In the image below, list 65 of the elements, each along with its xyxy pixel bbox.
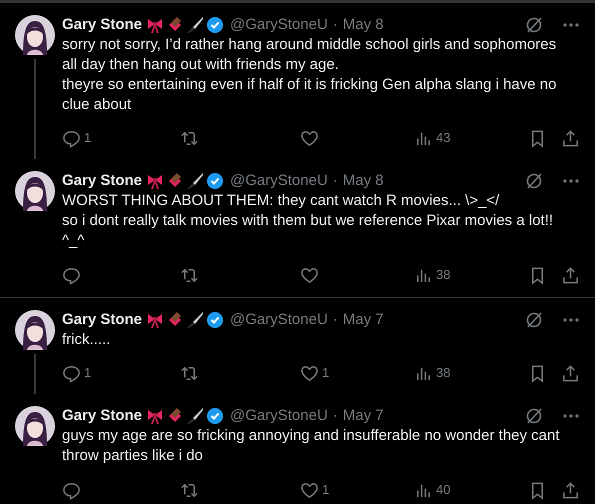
separator-dot: · — [332, 310, 338, 330]
avatar[interactable] — [15, 406, 55, 446]
share-icon[interactable] — [561, 128, 580, 148]
post-text: WORST THING ABOUT THEM: they cant watch R movies... \>_</ so i dont really talk movies with them but we reference Pixar movies a lot!! ^_^ — [62, 191, 554, 251]
view-count: 43 — [436, 129, 450, 148]
display-name[interactable]: Gary Stone — [62, 170, 142, 192]
post-text: frick..... — [62, 330, 112, 350]
verified-badge-icon — [206, 172, 224, 190]
bow-icon — [146, 172, 164, 190]
user-handle[interactable]: @GaryStoneU — [230, 404, 328, 428]
post-date[interactable]: May 8 — [342, 14, 384, 36]
slashed-circle-icon[interactable] — [524, 15, 544, 35]
view-count: 38 — [436, 266, 450, 284]
post-date[interactable]: May 8 — [342, 170, 384, 192]
post-date[interactable]: May 7 — [342, 308, 384, 332]
post-text: guys my age are so fricking annoying and insufferable no wonder they cant throw parties like i do — [62, 426, 561, 466]
retweet-icon[interactable] — [180, 480, 199, 500]
reply-icon[interactable] — [62, 128, 81, 148]
slashed-circle-icon[interactable] — [524, 310, 544, 330]
reply-count: 1 — [84, 364, 92, 382]
bow-icon — [146, 16, 164, 34]
bow-icon — [146, 311, 164, 329]
avatar[interactable] — [15, 15, 55, 55]
share-icon[interactable] — [561, 480, 580, 500]
reply-count: 1 — [84, 129, 92, 148]
like-count: 1 — [322, 364, 330, 382]
like-icon[interactable] — [300, 480, 319, 500]
knife-icon — [186, 16, 204, 34]
display-name[interactable]: Gary Stone — [62, 14, 142, 36]
separator-dot: · — [332, 406, 338, 426]
avatar[interactable] — [15, 171, 55, 211]
slashed-circle-icon[interactable] — [524, 171, 544, 191]
display-name[interactable]: Gary Stone — [62, 308, 142, 332]
knife-icon — [186, 172, 204, 190]
view-count: 38 — [436, 364, 450, 382]
retweet-icon[interactable] — [180, 128, 199, 148]
user-handle[interactable]: @GaryStoneU — [230, 14, 328, 36]
like-icon[interactable] — [300, 266, 319, 284]
user-handle[interactable]: @GaryStoneU — [230, 170, 328, 192]
verified-badge-icon — [206, 407, 224, 425]
like-icon[interactable] — [300, 364, 319, 382]
post-text: sorry not sorry, I’d rather hang around middle school girls and sophomores all day then hang out with friends my age. theyre so entertaining even if half of it is fricking Gen alpha slang i have no clue about — [62, 35, 558, 115]
retweet-icon[interactable] — [180, 266, 199, 284]
display-name[interactable]: Gary Stone — [62, 404, 142, 428]
avatar[interactable] — [15, 310, 55, 350]
post-date[interactable]: May 7 — [342, 404, 384, 428]
knife-icon — [186, 407, 204, 425]
reply-icon[interactable] — [62, 480, 81, 500]
like-count: 1 — [322, 481, 330, 500]
view-count: 40 — [436, 481, 450, 500]
reply-icon[interactable] — [62, 266, 81, 284]
knife-icon — [186, 311, 204, 329]
separator-dot: · — [332, 14, 338, 35]
bow-icon — [146, 407, 164, 425]
retweet-icon[interactable] — [180, 364, 199, 382]
share-icon[interactable] — [561, 364, 580, 382]
verified-badge-icon — [206, 16, 224, 34]
separator-dot: · — [332, 170, 338, 191]
user-handle[interactable]: @GaryStoneU — [230, 308, 328, 332]
verified-badge-icon — [206, 311, 224, 329]
reply-icon[interactable] — [62, 364, 81, 382]
share-icon[interactable] — [561, 266, 580, 284]
like-icon[interactable] — [300, 128, 319, 148]
slashed-circle-icon[interactable] — [524, 406, 544, 426]
thread-line — [34, 354, 36, 394]
